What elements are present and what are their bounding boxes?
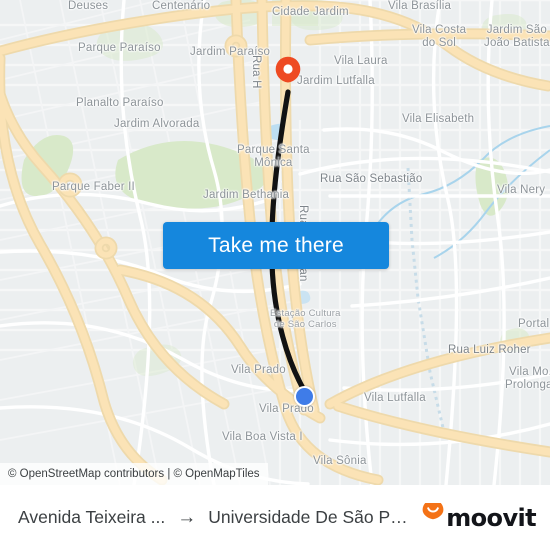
moovit-logo[interactable]: moovit <box>422 499 537 532</box>
map-attribution[interactable]: © OpenStreetMap contributors | © OpenMap… <box>0 463 268 485</box>
moovit-wordmark: moovit <box>446 503 536 532</box>
origin-marker-icon <box>294 386 315 407</box>
arrow-right-icon: → <box>177 507 197 528</box>
map-canvas[interactable]: Deuses Centenário Vila Brasília Cidade Jard… <box>0 0 550 485</box>
destination-name: Universidade De São Paulo - C... <box>208 507 416 527</box>
route-summary: Avenida Teixeira ... → Universidade De S… <box>18 507 416 528</box>
origin-name: Avenida Teixeira ... <box>18 507 166 527</box>
moovit-map-share-card: Deuses Centenário Vila Brasília Cidade Jard… <box>0 0 550 550</box>
take-me-there-button[interactable]: Take me there <box>163 222 389 269</box>
moovit-pin-icon <box>422 499 444 532</box>
route-footer-bar: Avenida Teixeira ... → Universidade De S… <box>0 485 550 550</box>
